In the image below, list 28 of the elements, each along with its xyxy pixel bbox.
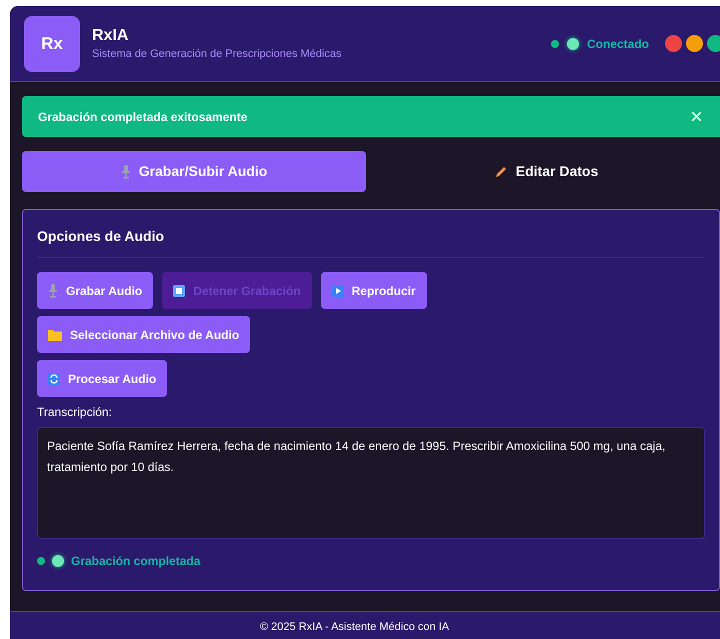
footer-text: © 2025 RxIA - Asistente Médico con IA (260, 620, 450, 636)
status-indicator-icon (52, 555, 64, 567)
play-icon (332, 284, 344, 296)
transcription-label: Transcripción: (37, 404, 113, 421)
refresh-icon (48, 372, 60, 384)
tab[interactable]: Grabar/Subir Audio (22, 151, 366, 192)
tab[interactable]: Editar Datos (374, 151, 718, 192)
connection-status: Conectado (586, 36, 649, 52)
recording-status: Grabación completada (71, 553, 200, 570)
audio-button[interactable]: Reproducir (320, 272, 427, 309)
panel-title: Opciones de Audio (37, 210, 705, 258)
pencil-icon (494, 164, 508, 178)
app-logo: Rx (24, 16, 80, 72)
transcription-field[interactable]: Paciente Sofía Ramírez Herrera, fecha de nacimiento 14 de enero de 1995. Prescribir Amoxicilina 500 mg, una caja, tratamiento por 10 días. (37, 427, 705, 539)
app-subtitle: Sistema de Generación de Prescripciones Médicas (92, 46, 342, 62)
alert-message: Grabación completada exitosamente (38, 108, 248, 126)
audio-button[interactable]: Procesar Audio (37, 360, 168, 397)
stop-icon (173, 284, 186, 296)
microphone-icon (120, 164, 131, 178)
close-window-icon[interactable] (665, 35, 682, 52)
status-indicator-icon (566, 38, 579, 50)
maximize-window-icon[interactable] (707, 35, 720, 52)
folder-icon (48, 328, 62, 340)
audio-button[interactable]: Grabar Audio (37, 272, 154, 309)
app-title: RxIA (92, 26, 130, 46)
audio-button[interactable]: Seleccionar Archivo de Audio (37, 316, 250, 353)
minimize-window-icon[interactable] (686, 35, 703, 52)
microphone-icon (48, 284, 58, 298)
